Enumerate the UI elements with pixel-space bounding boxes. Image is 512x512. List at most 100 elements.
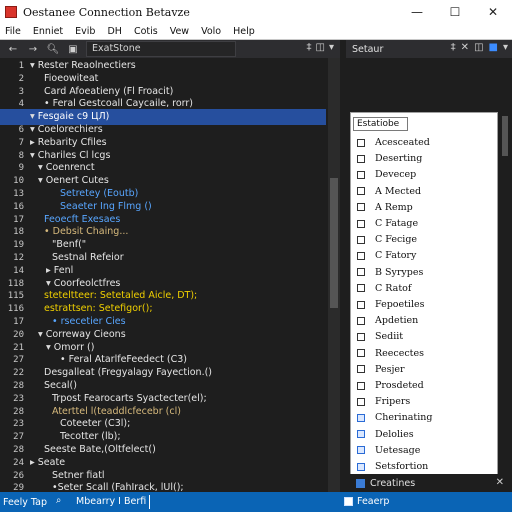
code-editor[interactable]: 1234567891013161718191214118115116172021… xyxy=(0,58,340,492)
status-right[interactable]: Feaerp xyxy=(357,496,389,507)
property-item[interactable]: Acesceated xyxy=(357,135,430,150)
split-icon[interactable]: ◫ xyxy=(316,42,325,53)
menu-help[interactable]: Help xyxy=(228,26,262,37)
app-icon xyxy=(5,6,17,18)
fold-closed-icon[interactable]: ▸ xyxy=(46,265,51,276)
status-bar: Feely Tap ⌕ Mbearry Holme Berfi Feaerp xyxy=(0,492,512,512)
arrow-left-icon[interactable]: ← xyxy=(6,42,20,56)
property-item[interactable]: Pesjer xyxy=(357,362,405,377)
blue-property-icon xyxy=(357,462,365,471)
folder-icon[interactable]: ▣ xyxy=(66,42,80,56)
code-text: Rester Reaolnectiers xyxy=(37,60,136,71)
code-text: Fioeowiteat xyxy=(44,72,99,84)
line-number: 27 xyxy=(13,355,24,366)
menu-view[interactable]: Evib xyxy=(70,26,102,37)
search-icon[interactable]: 🔍︎ xyxy=(46,42,60,56)
menu-edit[interactable]: Enniet xyxy=(28,26,70,37)
arrow-right-icon[interactable]: → xyxy=(26,42,40,56)
property-item[interactable]: C Fatory xyxy=(357,248,416,263)
menu-file[interactable]: File xyxy=(0,26,28,37)
property-item[interactable]: Apdetien xyxy=(357,313,418,328)
pin-icon[interactable]: ‡ xyxy=(451,42,456,53)
property-item[interactable]: Setsfortion xyxy=(357,459,428,474)
property-label: Cherinating xyxy=(375,412,433,424)
property-icon xyxy=(357,187,365,196)
property-icon xyxy=(357,170,365,179)
panel-footer-label[interactable]: Creatines xyxy=(370,478,415,489)
status-input[interactable]: Berfi xyxy=(120,495,150,509)
property-item[interactable]: Deserting xyxy=(357,151,422,166)
panel-title: Setaur xyxy=(352,43,384,55)
line-number: 28 xyxy=(13,381,24,391)
code-text: Coteeter (C3l); xyxy=(60,418,131,430)
property-item[interactable]: Uetesage xyxy=(357,443,420,458)
fold-closed-icon[interactable]: ▸ xyxy=(30,137,35,148)
fold-open-icon[interactable]: ▾ xyxy=(38,175,43,186)
fold-open-icon[interactable]: ▾ xyxy=(46,278,51,289)
line-number: 14 xyxy=(13,265,24,276)
menu-bar: File Enniet Evib DH Cotis Vew Volo Help xyxy=(0,24,512,40)
property-item[interactable]: Fepoetiles xyxy=(357,297,425,312)
property-item[interactable]: Delolies xyxy=(357,427,414,442)
property-item[interactable]: Prosdeted xyxy=(357,378,424,393)
save-icon[interactable]: ■ xyxy=(489,42,498,53)
pin-icon[interactable]: ‡ xyxy=(307,42,312,53)
minimize-button[interactable]: — xyxy=(398,0,436,24)
property-item[interactable]: C Ratof xyxy=(357,281,411,296)
fold-open-icon[interactable]: ▾ xyxy=(30,124,35,135)
property-item[interactable]: C Fatage xyxy=(357,216,418,231)
dropdown-icon[interactable]: ▾ xyxy=(329,42,334,53)
code-text: •Seter Scall (FahIrack, lUl(); xyxy=(52,482,184,492)
property-icon xyxy=(357,235,365,244)
property-label: Pesjer xyxy=(375,363,405,375)
fold-open-icon[interactable]: ▾ xyxy=(30,60,35,71)
property-label: Acesceated xyxy=(375,137,430,148)
property-icon xyxy=(357,154,365,163)
property-item[interactable]: A Mected xyxy=(357,184,421,199)
code-line[interactable]: •Seter Scall (FahIrack, lUl(); xyxy=(30,480,326,492)
line-number: 8 xyxy=(18,150,24,161)
close-icon[interactable]: ✕ xyxy=(496,477,504,488)
property-item[interactable]: Devecep xyxy=(357,167,416,182)
editor-scrollbar[interactable] xyxy=(328,58,340,492)
property-item[interactable]: Sediit xyxy=(357,329,403,344)
line-number: 29 xyxy=(13,483,24,492)
dropdown-icon[interactable]: ▾ xyxy=(503,42,508,53)
fold-open-icon[interactable]: ▾ xyxy=(30,150,35,161)
code-text: Card Afoeatieny (Fl Froacit) xyxy=(44,85,174,97)
editor-scroll-thumb[interactable] xyxy=(330,178,338,308)
property-item[interactable]: Fripers xyxy=(357,394,410,409)
filter-field[interactable]: Estatiobe xyxy=(353,117,408,131)
creatines-icon xyxy=(356,478,365,488)
property-icon xyxy=(357,300,365,309)
menu-tools[interactable]: Cotis xyxy=(129,26,165,37)
close-button[interactable]: ✕ xyxy=(474,0,512,24)
notification-icon[interactable] xyxy=(344,497,353,506)
property-label: Apdetien xyxy=(375,315,419,327)
property-item[interactable]: Cherinating xyxy=(357,410,432,425)
close-panel-icon[interactable]: ✕ xyxy=(461,42,469,53)
line-number: 7 xyxy=(18,137,24,148)
status-left[interactable]: Feely Tap xyxy=(3,497,47,508)
menu-dh[interactable]: DH xyxy=(102,26,128,37)
panel-scroll-thumb[interactable] xyxy=(502,116,508,156)
fold-open-icon[interactable]: ▾ xyxy=(46,342,51,353)
menu-vew[interactable]: Vew xyxy=(165,26,196,37)
property-item[interactable]: B Syrypes xyxy=(357,265,423,280)
fold-open-icon[interactable]: ▾ xyxy=(38,162,43,173)
maximize-button[interactable]: ☐ xyxy=(436,0,474,24)
property-icon xyxy=(357,203,365,212)
panel-scrollbar[interactable] xyxy=(498,112,512,492)
line-number: 10 xyxy=(13,176,24,187)
property-label: B Syrypes xyxy=(375,266,424,278)
property-item[interactable]: C Fecige xyxy=(357,232,417,247)
fold-open-icon[interactable]: ▾ xyxy=(38,329,43,340)
property-item[interactable]: A Remp xyxy=(357,200,413,215)
fold-open-icon[interactable]: ▾ xyxy=(30,111,35,122)
property-item[interactable]: Reecectes xyxy=(357,346,424,361)
search-icon[interactable]: ⌕ xyxy=(56,495,64,507)
tab-active-file[interactable]: ExatStone xyxy=(86,41,236,57)
menu-volo[interactable]: Volo xyxy=(196,26,228,37)
fold-closed-icon[interactable]: ▸ xyxy=(30,457,35,468)
settings-icon[interactable]: ◫ xyxy=(474,42,483,53)
